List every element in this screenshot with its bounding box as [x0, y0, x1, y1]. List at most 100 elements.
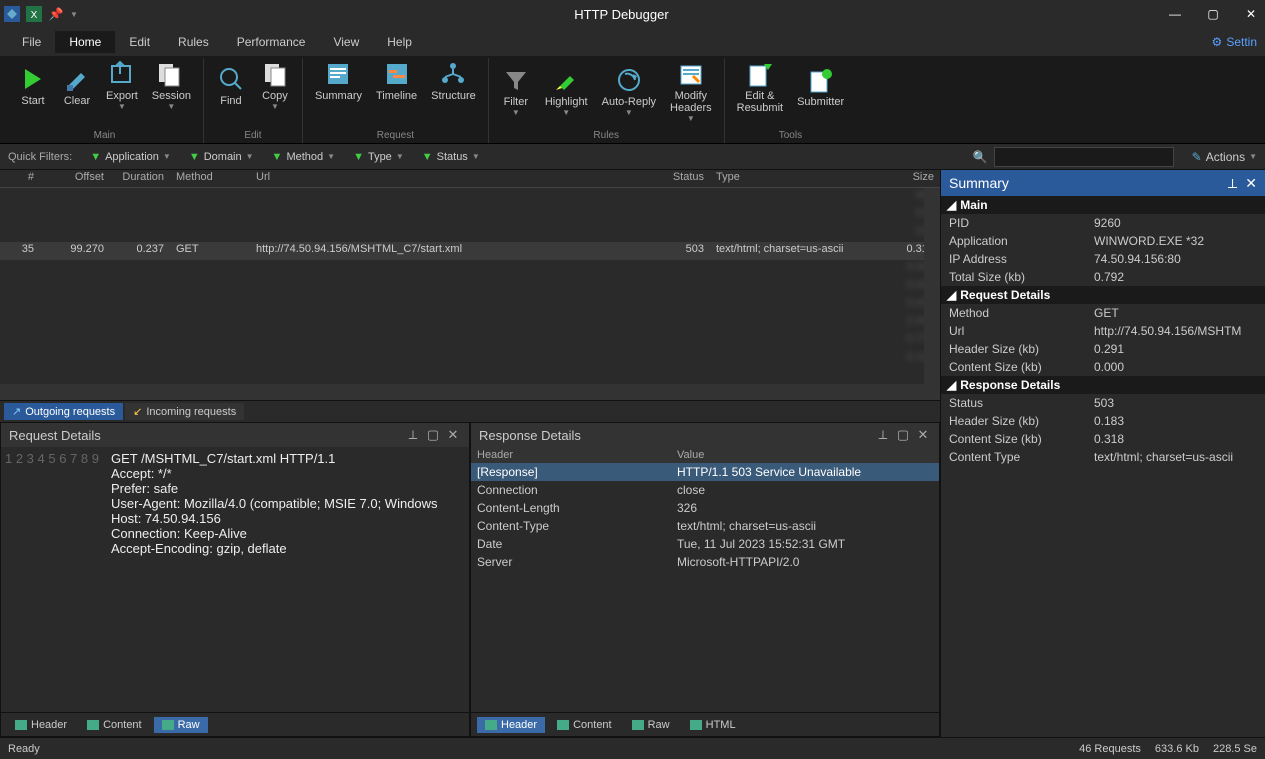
structure-button[interactable]: Structure [425, 58, 482, 104]
restore-icon[interactable]: ▢ [425, 427, 441, 443]
response-details-body[interactable]: Header Value [Response]HTTP/1.1 503 Serv… [471, 447, 939, 712]
table-row[interactable]: 000 [0, 188, 940, 206]
export-button[interactable]: Export▼ [100, 58, 144, 113]
request-tab-content[interactable]: Content [79, 717, 150, 733]
menu-item-rules[interactable]: Rules [164, 31, 223, 53]
close-button[interactable]: ✕ [1241, 7, 1261, 21]
request-details-body[interactable]: 1 2 3 4 5 6 7 8 9 GET /MSHTML_C7/start.x… [1, 447, 469, 712]
highlight-button[interactable]: Highlight▼ [539, 58, 594, 125]
response-tab-content[interactable]: Content [549, 717, 620, 733]
col-size[interactable]: Size [890, 170, 940, 187]
menu-item-performance[interactable]: Performance [223, 31, 320, 53]
close-icon[interactable]: ✕ [915, 427, 931, 443]
summary-value: 0.000 [1094, 360, 1257, 374]
col-type[interactable]: Type [710, 170, 890, 187]
response-tab-header[interactable]: Header [477, 717, 545, 733]
filter-application[interactable]: ▼Application▼ [90, 151, 171, 163]
pin-icon[interactable]: ⟂ [875, 427, 891, 443]
response-header-row[interactable]: Connectionclose [471, 481, 939, 499]
col-method[interactable]: Method [170, 170, 250, 187]
horizontal-scrollbar[interactable] [0, 384, 924, 400]
search-input[interactable] [994, 147, 1174, 167]
settings-link[interactable]: ⚙ Settin [1212, 35, 1257, 49]
menu-item-edit[interactable]: Edit [115, 31, 164, 53]
center-column: # Offset Duration Method Url Status Type… [0, 170, 940, 737]
summary-key: Method [949, 306, 1094, 320]
menu-item-file[interactable]: File [8, 31, 55, 53]
actions-menu[interactable]: ✎ Actions ▼ [1192, 150, 1257, 164]
statusbar: Ready 46 Requests 633.6 Kb 228.5 Se [0, 737, 1265, 759]
pin-icon[interactable]: ⟂ [405, 427, 421, 443]
menu-item-home[interactable]: Home [55, 31, 115, 53]
summary-button[interactable]: Summary [309, 58, 368, 104]
maximize-button[interactable]: ▢ [1203, 7, 1223, 21]
summary-section-header[interactable]: ◢ Response Details [941, 376, 1265, 394]
filter-domain[interactable]: ▼Domain▼ [189, 151, 254, 163]
ribbon-button-label: Summary [315, 90, 362, 102]
filter-method[interactable]: ▼Method▼ [272, 151, 336, 163]
menu-item-view[interactable]: View [319, 31, 373, 53]
vertical-scrollbar[interactable] [924, 188, 940, 400]
session-button[interactable]: Session▼ [146, 58, 197, 113]
filter-type[interactable]: ▼Type▼ [353, 151, 404, 163]
filter-button[interactable]: Filter▼ [495, 58, 537, 125]
col-num[interactable]: # [0, 170, 40, 187]
modify-headers-button[interactable]: Modify Headers▼ [664, 58, 718, 125]
edit-resubmit-button[interactable]: Edit & Resubmit [731, 58, 789, 116]
table-row[interactable]: 2.433 [0, 314, 940, 332]
col-offset[interactable]: Offset [40, 170, 110, 187]
table-row[interactable]: 0.000 [0, 278, 940, 296]
summary-section-header[interactable]: ◢ Main [941, 196, 1265, 214]
auto-reply-button[interactable]: Auto-Reply▼ [596, 58, 662, 125]
ribbon-button-label: Filter [504, 96, 528, 108]
response-header-row[interactable]: DateTue, 11 Jul 2023 15:52:31 GMT [471, 535, 939, 553]
request-tab-raw[interactable]: Raw [154, 717, 208, 733]
clear-button[interactable]: Clear [56, 58, 98, 113]
table-row[interactable]: 0.140 [0, 350, 940, 368]
response-header-row[interactable]: [Response]HTTP/1.1 503 Service Unavailab… [471, 463, 939, 481]
tab-outgoing[interactable]: ↗ Outgoing requests [4, 403, 123, 420]
close-icon[interactable]: ✕ [1245, 175, 1257, 192]
response-header-row[interactable]: Content-Typetext/html; charset=us-ascii [471, 517, 939, 535]
tab-incoming[interactable]: ↙ Incoming requests [125, 403, 244, 420]
response-tab-html[interactable]: HTML [682, 717, 744, 733]
table-row[interactable]: 0.413 [0, 296, 940, 314]
table-row[interactable]: 0.775 [0, 332, 940, 350]
pin-icon[interactable]: 📌 [48, 6, 64, 22]
timeline-button[interactable]: Timeline [370, 58, 423, 104]
minimize-button[interactable]: ― [1165, 7, 1185, 21]
response-header-row[interactable]: ServerMicrosoft-HTTPAPI/2.0 [471, 553, 939, 571]
play-icon [19, 65, 47, 93]
tab-label: Content [103, 719, 142, 731]
start-button[interactable]: Start [12, 58, 54, 113]
collapse-icon: ◢ [947, 378, 956, 392]
request-grid[interactable]: # Offset Duration Method Url Status Type… [0, 170, 940, 400]
pin-icon[interactable]: ⟂ [1228, 175, 1237, 192]
table-row[interactable]: 3599.2700.237GEThttp://74.50.94.156/MSHT… [0, 242, 940, 260]
response-tab-raw[interactable]: Raw [624, 717, 678, 733]
summary-body: ◢ MainPID9260ApplicationWINWORD.EXE *32I… [941, 196, 1265, 737]
table-row[interactable]: 013 [0, 224, 940, 242]
restore-icon[interactable]: ▢ [895, 427, 911, 443]
excel-icon[interactable]: X [26, 6, 42, 22]
header-value: Microsoft-HTTPAPI/2.0 [677, 555, 799, 569]
request-tab-header[interactable]: Header [7, 717, 75, 733]
col-status[interactable]: Status [650, 170, 710, 187]
chevron-down-icon: ▼ [167, 102, 175, 111]
filter-status[interactable]: ▼Status▼ [422, 151, 480, 163]
summary-value: 503 [1094, 396, 1257, 410]
summary-value: 0.792 [1094, 270, 1257, 284]
table-row[interactable]: 013 [0, 206, 940, 224]
table-row[interactable]: 0.000 [0, 260, 940, 278]
summary-icon [324, 60, 352, 88]
col-url[interactable]: Url [250, 170, 650, 187]
summary-section-header[interactable]: ◢ Request Details [941, 286, 1265, 304]
col-duration[interactable]: Duration [110, 170, 170, 187]
find-button[interactable]: Find [210, 58, 252, 113]
submitter-button[interactable]: Submitter [791, 58, 850, 116]
response-header-row[interactable]: Content-Length326 [471, 499, 939, 517]
qat-dropdown-icon[interactable]: ▼ [70, 10, 78, 19]
copy-button[interactable]: Copy▼ [254, 58, 296, 113]
close-icon[interactable]: ✕ [445, 427, 461, 443]
menu-item-help[interactable]: Help [373, 31, 426, 53]
